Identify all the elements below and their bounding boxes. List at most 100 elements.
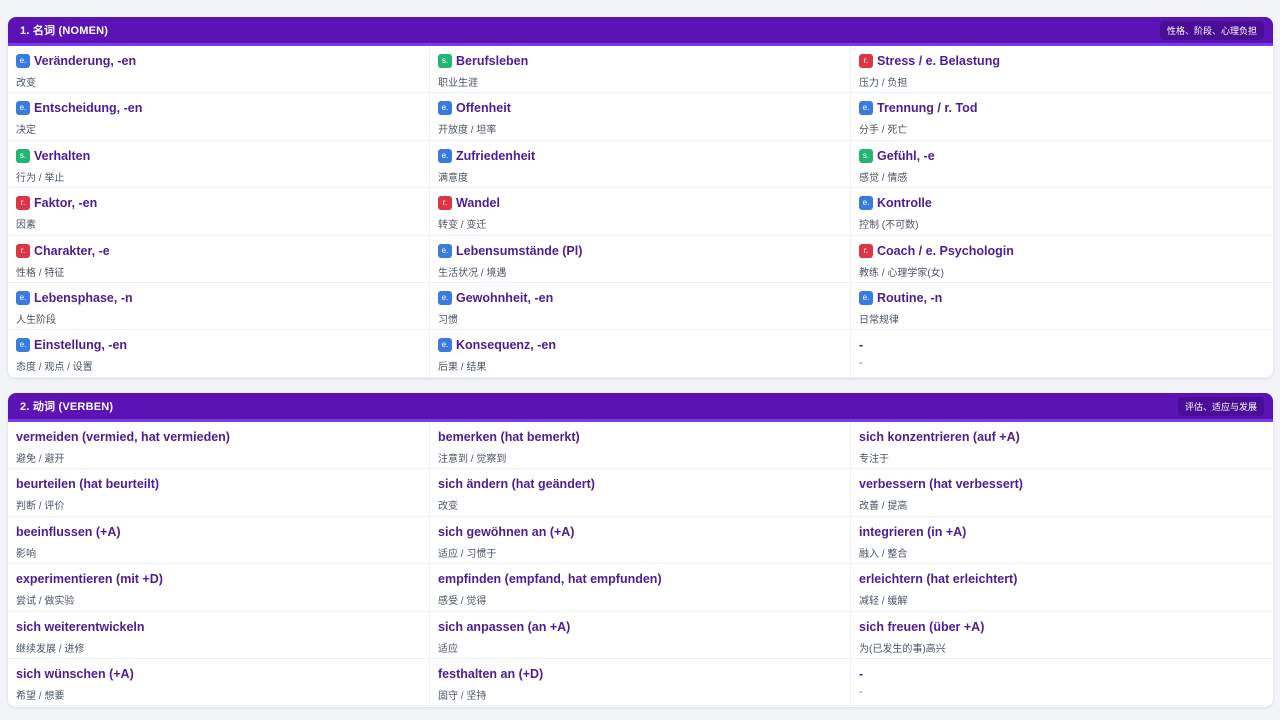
vocab-translation: 固守 / 坚持 bbox=[438, 690, 487, 702]
vocab-term: integrieren (in +A) bbox=[859, 524, 967, 539]
vocab-card-header: beeinflussen (+A) bbox=[16, 524, 421, 540]
article-badge: e. bbox=[16, 54, 30, 68]
vocab-term: - bbox=[859, 666, 864, 681]
vocab-term: Gewohnheit, -en bbox=[456, 290, 554, 305]
vocab-card-header: e. Lebensphase, -n bbox=[16, 290, 421, 306]
vocab-card-header: e. Routine, -n bbox=[859, 290, 1265, 306]
vocab-translation: - bbox=[859, 686, 863, 698]
vocab-card-header: bemerken (hat bemerkt) bbox=[438, 429, 842, 445]
vocab-term: Trennung / r. Tod bbox=[877, 101, 978, 116]
vocab-card-header: e. Kontrolle bbox=[859, 195, 1265, 211]
nomen-section: 1. 名词 (NOMEN) 性格、阶段、心理负担 e. Veränderung, … bbox=[8, 17, 1273, 378]
vocab-term: Konsequenz, -en bbox=[456, 338, 557, 353]
article-badge: e. bbox=[438, 101, 452, 116]
vocab-card-header: r. Stress / e. Belastung bbox=[859, 53, 1265, 69]
article-badge: s. bbox=[859, 148, 873, 163]
vocab-translation: 行为 / 举止 bbox=[16, 172, 65, 184]
vocab-card: sich freuen (über +A) 为(已发生的事)高兴 bbox=[851, 612, 1273, 659]
vocab-card-header: s. Berufsleben bbox=[438, 53, 842, 69]
vocab-card: e. Zufriedenheit 满意度 bbox=[430, 140, 851, 189]
article-badge: r. bbox=[859, 243, 873, 258]
vocab-term: Gefühl, -e bbox=[877, 148, 935, 163]
vocab-card: e. Kontrolle 控制 (不可数) bbox=[851, 188, 1273, 236]
vocab-card: r. Coach / e. Psychologin 教练 / 心理学家(女) bbox=[851, 236, 1273, 283]
vocab-term: Kontrolle bbox=[877, 196, 932, 211]
vocab-card-header: sich weiterentwickeln bbox=[16, 619, 421, 635]
vocab-card: e. Einstellung, -en 态度 / 观点 / 设置 bbox=[8, 330, 430, 378]
vocab-card: s. Verhalten 行为 / 举止 bbox=[8, 140, 430, 189]
vocab-term: Wandel bbox=[456, 196, 500, 211]
vocab-term: sich wünschen (+A) bbox=[16, 666, 134, 681]
vocab-card: beeinflussen (+A) 影响 bbox=[8, 516, 430, 565]
vocab-term: beeinflussen (+A) bbox=[16, 524, 121, 539]
vocab-term: Einstellung, -en bbox=[34, 338, 128, 353]
vocab-card: sich weiterentwickeln 继续发展 / 进修 bbox=[8, 611, 430, 659]
vocab-card-header: sich gewöhnen an (+A) bbox=[438, 524, 842, 540]
vocab-card-header: e. Lebensumstände (Pl) bbox=[438, 243, 842, 259]
vocab-translation: 减轻 / 缓解 bbox=[859, 596, 908, 608]
vocab-card-header: e. Veränderung, -en bbox=[16, 53, 421, 69]
vocab-card-header: r. Coach / e. Psychologin bbox=[859, 243, 1265, 259]
vocab-translation: - bbox=[859, 358, 863, 370]
vocab-translation: 为(已发生的事)高兴 bbox=[859, 643, 946, 655]
vocab-term: beurteilen (hat beurteilt) bbox=[16, 477, 160, 492]
vocab-term: Zufriedenheit bbox=[456, 148, 536, 163]
vocab-card: sich anpassen (an +A) 适应 bbox=[430, 611, 851, 659]
vocab-term: festhalten an (+D) bbox=[438, 666, 544, 681]
article-badge: e. bbox=[859, 101, 873, 116]
vocab-card: e. Offenheit 开放度 / 坦率 bbox=[430, 93, 851, 141]
vocab-translation: 教练 / 心理学家(女) bbox=[859, 267, 944, 279]
article-badge: r. bbox=[16, 243, 30, 258]
vocab-term: sich gewöhnen an (+A) bbox=[438, 524, 575, 539]
vocab-card: e. Lebensphase, -n 人生阶段 bbox=[8, 282, 430, 331]
vocab-translation: 改善 / 提高 bbox=[859, 501, 908, 513]
vocab-card: verbessern (hat verbessert) 改善 / 提高 bbox=[851, 469, 1273, 517]
vocab-translation: 习惯 bbox=[438, 314, 458, 326]
vocab-card: empfinden (empfand, hat empfunden) 感受 / 觉… bbox=[430, 564, 851, 612]
vocab-term: - bbox=[859, 338, 864, 353]
vocab-card: erleichtern (hat erleichtert) 减轻 / 缓解 bbox=[851, 564, 1273, 612]
verben-section-header: 2. 动词 (VERBEN) 评估、适应与发展 bbox=[8, 393, 1273, 422]
vocab-card: r. Wandel 转变 / 变迁 bbox=[430, 188, 851, 236]
vocab-card-header: empfinden (empfand, hat empfunden) bbox=[438, 571, 842, 587]
vocab-translation: 后果 / 结果 bbox=[438, 362, 487, 374]
vocab-card-header: e. Trennung / r. Tod bbox=[859, 100, 1265, 116]
vocab-translation: 继续发展 / 进修 bbox=[16, 643, 85, 655]
article-badge: e. bbox=[438, 243, 452, 258]
vocab-card-header: sich wünschen (+A) bbox=[16, 666, 421, 682]
verben-section: 2. 动词 (VERBEN) 评估、适应与发展 vermeiden (vermi… bbox=[8, 393, 1273, 707]
vocab-translation: 决定 bbox=[16, 125, 36, 137]
article-badge: e. bbox=[438, 148, 452, 163]
article-badge: r. bbox=[16, 196, 30, 211]
vocab-card: e. Lebensumstände (Pl) 生活状况 / 境遇 bbox=[430, 235, 851, 283]
vocab-translation: 专注于 bbox=[859, 454, 889, 465]
vocab-translation: 人生阶段 bbox=[16, 314, 56, 326]
article-badge: e. bbox=[16, 101, 30, 116]
vocab-translation: 适应 / 习惯于 bbox=[438, 548, 497, 560]
article-badge: e. bbox=[859, 196, 873, 211]
nomen-grid: e. Veränderung, -en 改变 s. Berufsleben 职业生涯 r. S… bbox=[8, 46, 1273, 378]
vocab-translation: 感受 / 觉得 bbox=[438, 596, 487, 608]
vocab-card: r. Stress / e. Belastung 压力 / 负担 bbox=[851, 46, 1273, 94]
vocab-term: erleichtern (hat erleichtert) bbox=[859, 572, 1018, 587]
vocab-card-header: e. Konsequenz, -en bbox=[438, 337, 842, 353]
vocab-term: Berufsleben bbox=[456, 54, 529, 68]
vocab-term: Routine, -n bbox=[877, 290, 943, 305]
vocab-card: r. Faktor, -en 因素 bbox=[8, 188, 430, 236]
vocab-translation: 控制 (不可数) bbox=[859, 220, 919, 232]
vocab-term: sich weiterentwickeln bbox=[16, 619, 145, 634]
vocab-translation: 分手 / 死亡 bbox=[859, 125, 908, 137]
vocab-translation: 尝试 / 做实验 bbox=[16, 596, 75, 608]
vocab-card-header: sich ändern (hat geändert) bbox=[438, 476, 842, 492]
vocab-translation: 转变 / 变迁 bbox=[438, 220, 487, 232]
vocab-card-header: s. Gefühl, -e bbox=[859, 148, 1265, 164]
vocab-card: vermeiden (vermied, hat vermieden) 避免 / 避… bbox=[8, 422, 430, 470]
article-badge: e. bbox=[16, 338, 30, 353]
vocab-card: e. Gewohnheit, -en 习惯 bbox=[430, 282, 851, 331]
vocab-card: r. Charakter, -e 性格 / 特征 bbox=[8, 235, 430, 283]
verben-grid: vermeiden (vermied, hat vermieden) 避免 / 避… bbox=[8, 422, 1273, 707]
vocab-card-header: r. Charakter, -e bbox=[16, 243, 421, 259]
nomen-section-title: 1. 名词 (NOMEN) bbox=[20, 25, 109, 37]
vocab-card-header: e. Einstellung, -en bbox=[16, 337, 421, 353]
vocab-translation: 因素 bbox=[16, 220, 36, 232]
